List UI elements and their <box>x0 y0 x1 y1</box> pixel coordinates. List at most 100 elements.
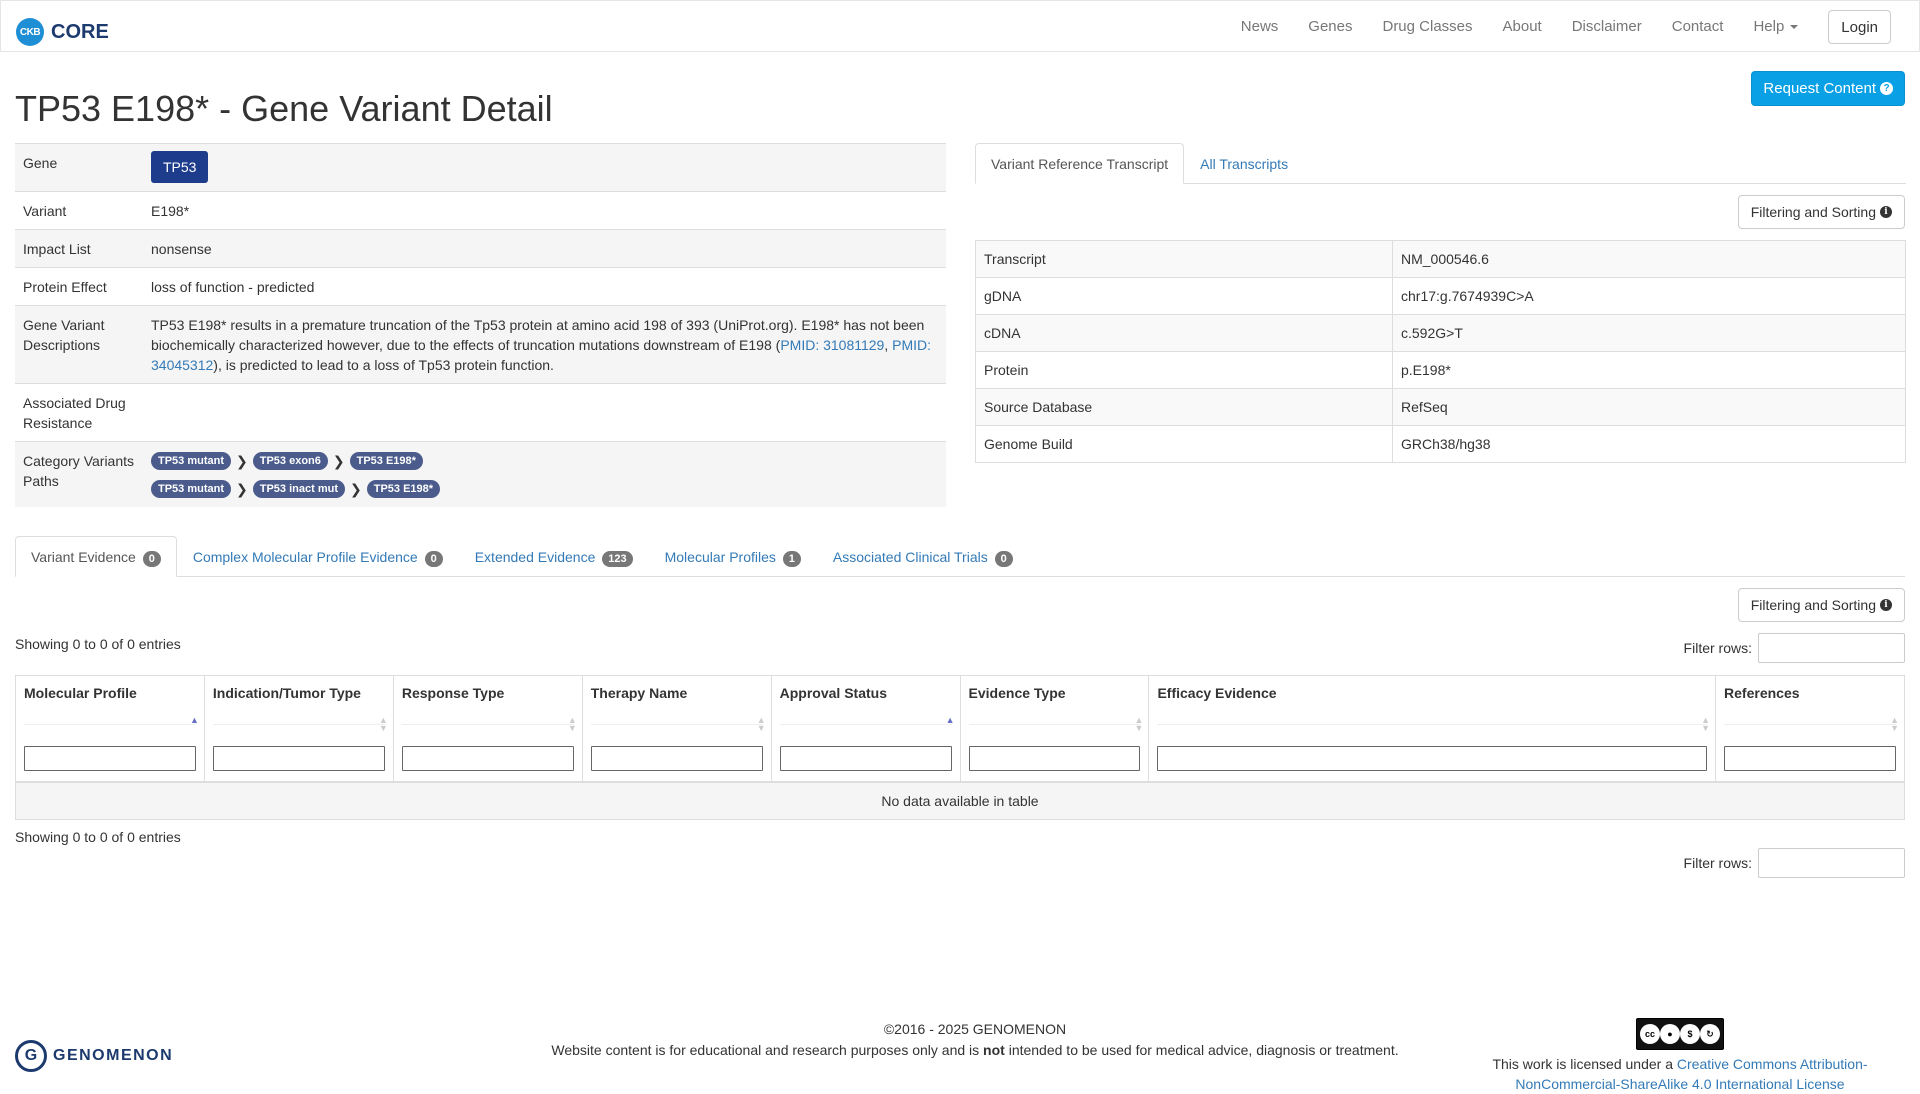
description-sep: , <box>884 337 893 353</box>
login-button[interactable]: Login <box>1828 10 1891 44</box>
column-header-evidence-type[interactable]: Evidence Type ▲ ▼ <box>959 675 1150 783</box>
tab-complex-molecular-profile-evidence[interactable]: Complex Molecular Profile Evidence 0 <box>177 536 459 577</box>
filter-rows-input[interactable] <box>1758 848 1905 878</box>
source-db-value: RefSeq <box>1392 388 1906 426</box>
gene-row: Gene TP53 <box>15 143 946 192</box>
empty-row: No data available in table <box>15 781 1905 820</box>
brand[interactable]: CKB CORE <box>16 18 109 46</box>
request-content-button[interactable]: Request Content ? <box>1751 71 1905 106</box>
tab-molecular-profiles[interactable]: Molecular Profiles 1 <box>649 536 817 577</box>
column-header-approval-status[interactable]: Approval Status ▲ <box>770 675 961 783</box>
nav-genes[interactable]: Genes <box>1308 11 1352 43</box>
pmid-link-1[interactable]: PMID: 31081129 <box>780 337 884 353</box>
column-label: Approval Status <box>779 685 887 701</box>
count-badge: 1 <box>782 551 801 567</box>
sort-asc-icon: ▲ <box>189 715 199 725</box>
gene-badge[interactable]: TP53 <box>151 151 209 183</box>
column-label: Response Type <box>401 685 505 701</box>
column-label: Efficacy Evidence <box>1157 685 1277 701</box>
column-filter-input[interactable] <box>24 746 196 771</box>
column-filter-input[interactable] <box>590 746 763 771</box>
column-header-efficacy-evidence[interactable]: Efficacy Evidence ▲ ▼ <box>1148 675 1717 783</box>
nav-drug-classes[interactable]: Drug Classes <box>1382 11 1472 43</box>
empty-message: No data available in table <box>15 781 1905 820</box>
source-db-label: Source Database <box>975 388 1393 426</box>
nav-about[interactable]: About <box>1503 11 1542 43</box>
nav-links: News Genes Drug Classes About Disclaimer… <box>1226 10 1891 44</box>
tab-extended-evidence[interactable]: Extended Evidence 123 <box>459 536 649 577</box>
column-header-indication[interactable]: Indication/Tumor Type ▲ ▼ <box>203 675 394 783</box>
path-pill[interactable]: TP53 exon6 <box>252 452 328 470</box>
sort-icon: ▲ ▼ <box>756 715 766 733</box>
drug-resistance-value <box>143 383 946 442</box>
caret-down-icon <box>1790 25 1799 30</box>
column-header-references[interactable]: References ▲ ▼ <box>1715 675 1905 783</box>
column-header-response-type[interactable]: Response Type ▲ ▼ <box>392 675 583 783</box>
column-header-molecular-profile[interactable]: Molecular Profile ▲ <box>15 675 205 783</box>
cdna-value: c.592G>T <box>1392 314 1906 352</box>
impact-value: nonsense <box>143 229 946 268</box>
nav-news[interactable]: News <box>1241 11 1279 43</box>
tab-variant-evidence[interactable]: Variant Evidence 0 <box>15 536 177 577</box>
path-pill[interactable]: TP53 inact mut <box>252 480 345 498</box>
variant-row: Variant E198* <box>15 191 946 230</box>
column-filter-input[interactable] <box>1724 746 1896 771</box>
nav-disclaimer[interactable]: Disclaimer <box>1572 11 1642 43</box>
column-filter-input[interactable] <box>779 746 952 771</box>
path-pill[interactable]: TP53 mutant <box>151 452 232 470</box>
gene-value-cell: TP53 <box>143 143 946 192</box>
sort-icon: ▲ ▼ <box>567 715 577 733</box>
transcript-tabs: Variant Reference Transcript All Transcr… <box>975 143 1906 184</box>
disclaimer: Website content is for educational and r… <box>450 1040 1500 1061</box>
top-navbar: CKB CORE News Genes Drug Classes About D… <box>0 0 1920 52</box>
page-title: TP53 E198* - Gene Variant Detail <box>15 88 553 129</box>
column-filter-input[interactable] <box>401 746 574 771</box>
evidence-filter-sort-button[interactable]: Filtering and Sorting i <box>1737 588 1905 622</box>
path-pill[interactable]: TP53 mutant <box>151 480 232 498</box>
transcript-value: NM_000546.6 <box>1392 240 1906 278</box>
genome-build-label: Genome Build <box>975 425 1393 463</box>
chevron-right-icon: ❯ <box>332 453 345 469</box>
evidence-tabs: Variant Evidence 0 Complex Molecular Pro… <box>15 536 1905 577</box>
genomenon-logo[interactable]: G GENOMENON <box>15 1040 173 1072</box>
category-paths-row: Category Variants Paths TP53 mutant ❯ TP… <box>15 441 946 507</box>
genomenon-text: GENOMENON <box>53 1047 174 1064</box>
entries-info-top: Showing 0 to 0 of 0 entries <box>15 636 181 652</box>
cc-by-nc-sa-icon[interactable]: cc ● $ ↻ <box>1636 1018 1724 1050</box>
nc-icon: $ <box>1680 1024 1700 1044</box>
transcript-filter-sort-button[interactable]: Filtering and Sorting i <box>1737 195 1905 229</box>
transcript-row: Transcript NM_000546.6 <box>975 240 1906 278</box>
disclaimer-bold: not <box>983 1042 1005 1058</box>
tab-associated-clinical-trials[interactable]: Associated Clinical Trials 0 <box>817 536 1029 577</box>
sort-asc-icon: ▲ <box>945 715 955 725</box>
category-paths-label: Category Variants Paths <box>15 441 143 507</box>
tab-variant-reference-transcript[interactable]: Variant Reference Transcript <box>975 143 1185 184</box>
license-prefix: This work is licensed under a <box>1492 1056 1677 1072</box>
column-header-therapy-name[interactable]: Therapy Name ▲ ▼ <box>581 675 772 783</box>
filter-rows-input[interactable] <box>1758 633 1905 663</box>
column-label: Molecular Profile <box>24 685 137 701</box>
path-pill[interactable]: TP53 E198* <box>349 452 423 470</box>
nav-contact[interactable]: Contact <box>1672 11 1724 43</box>
gdna-value: chr17:g.7674939C>A <box>1392 277 1906 315</box>
question-icon: ? <box>1880 82 1893 95</box>
transcript-row: Protein p.E198* <box>975 351 1906 389</box>
tab-label: Complex Molecular Profile Evidence <box>192 549 418 565</box>
drug-resistance-row: Associated Drug Resistance <box>15 383 946 442</box>
gdna-label: gDNA <box>975 277 1393 315</box>
category-path-2: TP53 mutant ❯ TP53 inact mut ❯ TP53 E198… <box>151 479 938 499</box>
tab-label: Variant Evidence <box>31 549 136 565</box>
protein-effect-label: Protein Effect <box>15 267 143 306</box>
count-badge: 123 <box>602 551 633 567</box>
path-pill[interactable]: TP53 E198* <box>366 480 441 498</box>
column-filter-input[interactable] <box>1157 746 1708 771</box>
column-filter-input[interactable] <box>212 746 385 771</box>
column-label: Indication/Tumor Type <box>212 685 361 701</box>
tab-all-transcripts[interactable]: All Transcripts <box>1184 143 1304 184</box>
drug-resistance-label: Associated Drug Resistance <box>15 383 143 442</box>
filter-rows-label: Filter rows: <box>1683 855 1752 871</box>
nav-help-dropdown[interactable]: Help <box>1753 11 1799 43</box>
description-value: TP53 E198* results in a premature trunca… <box>143 305 946 384</box>
variant-label: Variant <box>15 191 143 230</box>
column-filter-input[interactable] <box>968 746 1141 771</box>
